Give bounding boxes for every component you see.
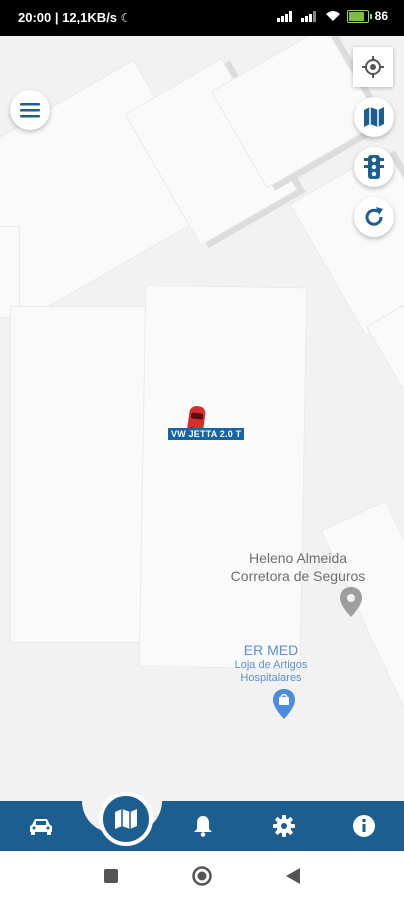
poi-heleno-almeida[interactable]: Heleno Almeida Corretora de Seguros	[222, 549, 374, 585]
refresh-icon	[365, 207, 383, 226]
locate-button[interactable]	[353, 47, 393, 87]
menu-icon	[20, 103, 40, 118]
vehicle-label: VW JETTA 2.0 T	[168, 428, 245, 440]
map-icon	[364, 107, 384, 127]
menu-button[interactable]	[10, 90, 50, 130]
moon-icon: ☾	[120, 11, 132, 25]
shopping-bag-pin-icon[interactable]	[273, 689, 295, 719]
system-nav-bar	[0, 851, 404, 900]
crosshair-icon	[362, 56, 384, 78]
bell-icon	[194, 816, 212, 837]
nav-info[interactable]	[334, 801, 394, 851]
info-icon	[353, 815, 375, 837]
status-bar: 20:00 | 12,1KB/s ☾ 86	[0, 0, 404, 36]
map-pin-icon[interactable]	[340, 587, 362, 617]
map-building	[138, 284, 308, 670]
traffic-button[interactable]	[354, 147, 394, 187]
status-icons: 86	[276, 9, 388, 23]
refresh-button[interactable]	[354, 197, 394, 237]
poi-name: Corretora de Seguros	[230, 568, 366, 584]
home-circle-icon	[192, 866, 212, 886]
nav-vehicles[interactable]	[11, 801, 71, 851]
back-triangle-icon	[286, 868, 300, 884]
map-view[interactable]: Heleno Almeida Corretora de Seguros ER M…	[0, 36, 404, 801]
back-button[interactable]	[286, 868, 300, 889]
car-icon	[30, 819, 52, 835]
poi-subtitle: Loja de Artigos	[234, 659, 308, 671]
battery-icon	[346, 9, 372, 23]
signal-icon-2	[300, 11, 316, 22]
home-button[interactable]	[192, 866, 212, 891]
poi-name: Heleno Almeida	[248, 550, 348, 566]
status-time-speed: 20:00 | 12,1KB/s ☾	[18, 10, 131, 25]
map-type-button[interactable]	[354, 97, 394, 137]
map-icon	[115, 809, 137, 829]
map-building	[0, 226, 20, 318]
poi-er-med[interactable]: ER MED Loja de Artigos Hospitalares	[204, 641, 338, 685]
status-time: 20:00 | 12,1KB/s	[18, 10, 118, 25]
gear-icon	[273, 815, 295, 837]
poi-subtitle: Hospitalares	[240, 672, 302, 684]
bottom-nav	[0, 801, 404, 851]
signal-icon	[276, 11, 292, 22]
recents-square-icon	[104, 869, 118, 883]
map-building	[10, 306, 150, 643]
nav-map[interactable]	[99, 792, 153, 846]
nav-settings[interactable]	[254, 801, 314, 851]
battery-text: 86	[374, 9, 388, 23]
recents-button[interactable]	[104, 869, 118, 888]
poi-name: ER MED	[243, 642, 299, 658]
nav-notifications[interactable]	[173, 801, 233, 851]
wifi-icon	[325, 11, 340, 21]
traffic-light-icon	[364, 155, 384, 179]
